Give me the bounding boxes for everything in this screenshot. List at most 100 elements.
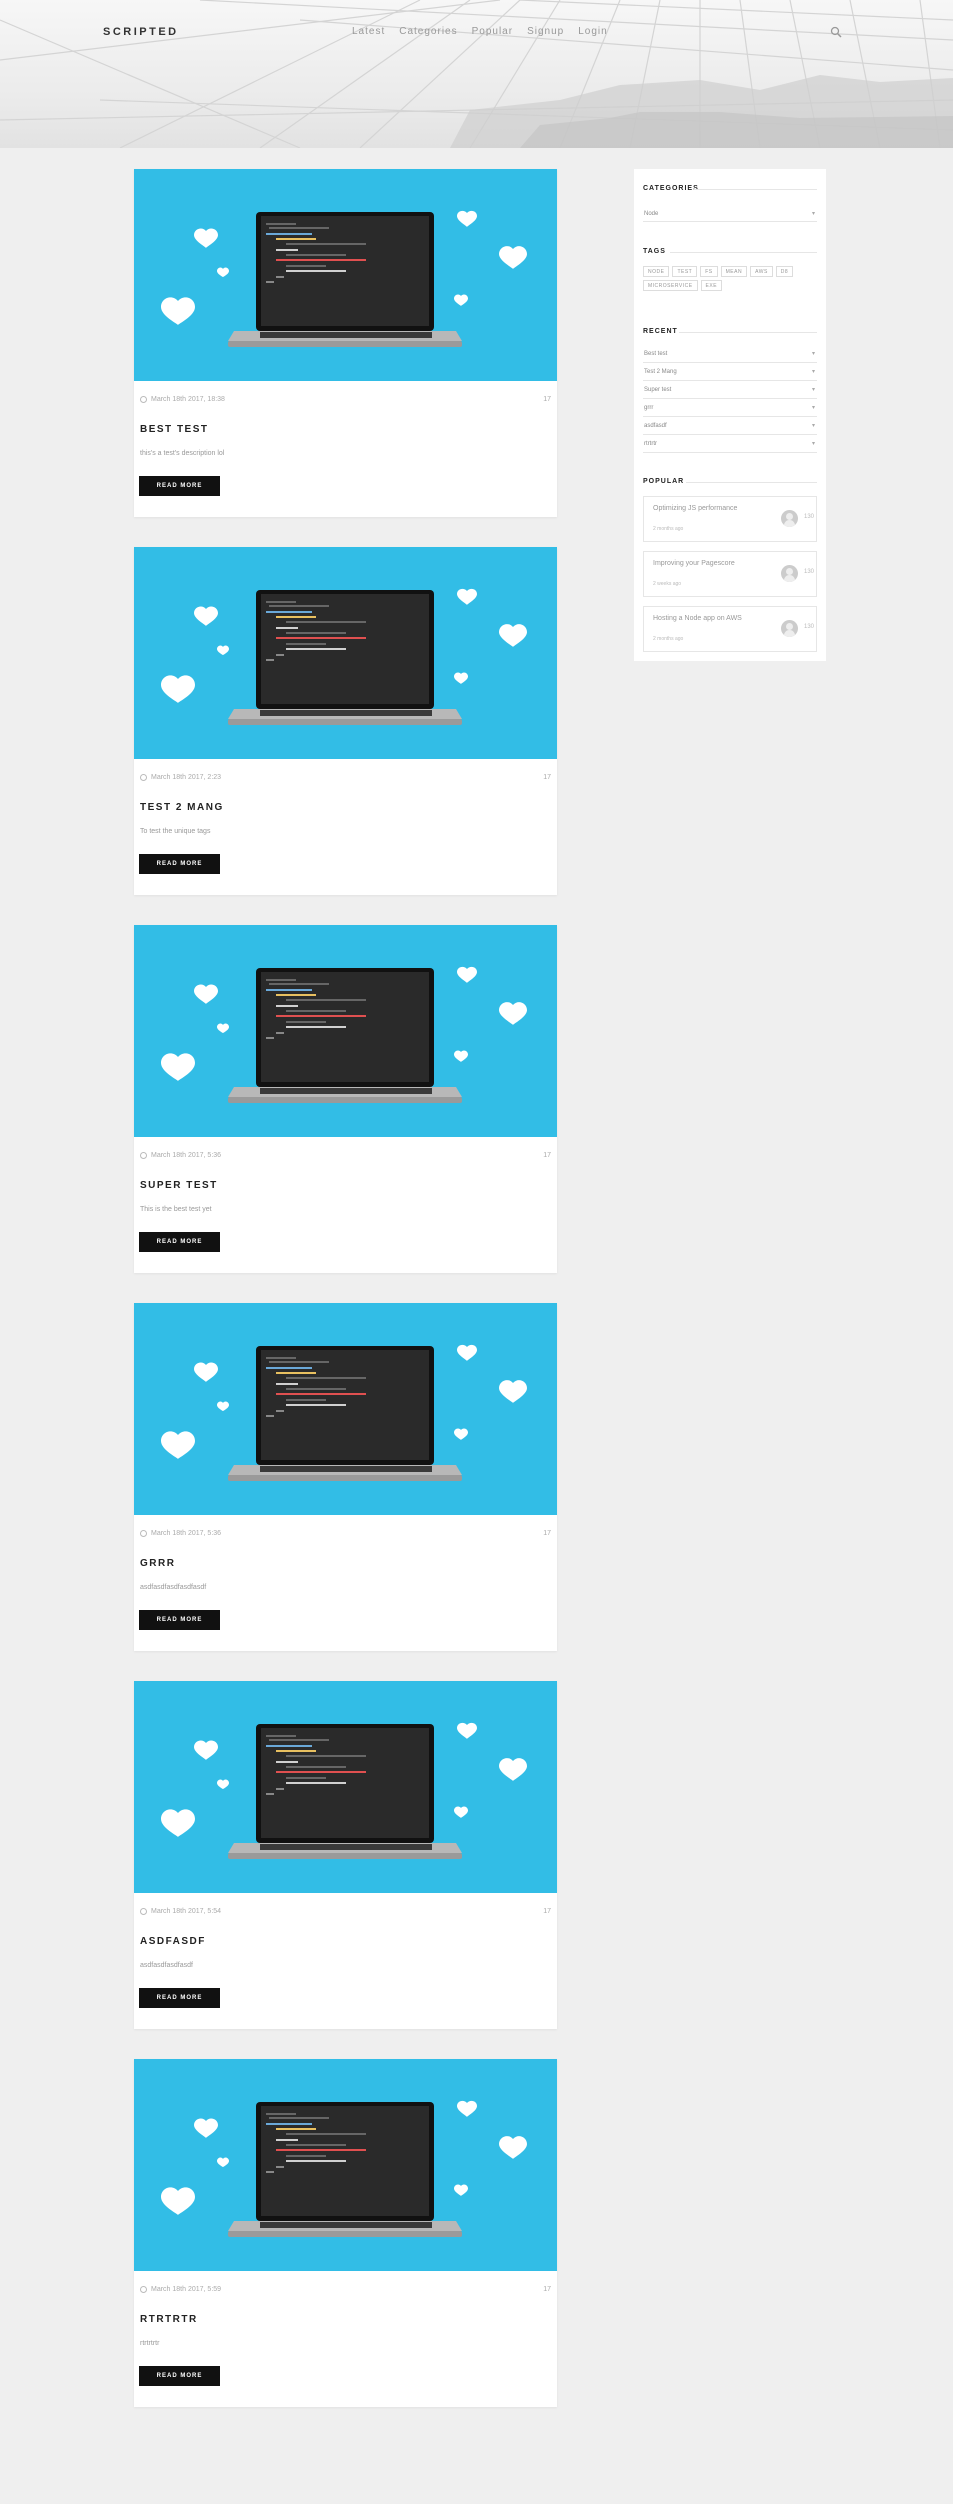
- heart-icon: [194, 1362, 218, 1382]
- heart-icon: [457, 1722, 477, 1739]
- post-image[interactable]: [134, 1303, 557, 1515]
- tag-exe[interactable]: EXE: [700, 280, 723, 291]
- popular-post-title: Improving your Pagescore: [653, 560, 735, 567]
- heart-icon: [194, 606, 218, 626]
- heart-icon: [499, 246, 527, 269]
- heart-icon: [499, 2136, 527, 2159]
- recent-item-label: asdfasdf: [644, 423, 667, 429]
- laptop-illustration: [161, 2100, 527, 2237]
- post-meta: March 18th 2017, 5:36: [140, 1530, 221, 1537]
- heart-icon: [454, 672, 468, 684]
- main-nav: Latest Categories Popular Signup Login: [352, 26, 608, 37]
- post-title[interactable]: SUPER TEST: [140, 1180, 218, 1191]
- popular-post-count: 130: [804, 624, 815, 630]
- post-image[interactable]: [134, 1681, 557, 1893]
- recent-item[interactable]: Best test ▾: [643, 347, 817, 363]
- tag-d8[interactable]: D8: [775, 266, 794, 277]
- post-card: March 18th 2017, 5:36 17 GRRR asdfasdfas…: [134, 1303, 557, 1651]
- recent-item[interactable]: asdfasdf ▾: [643, 419, 817, 435]
- nav-popular[interactable]: Popular: [472, 26, 513, 37]
- heart-icon: [457, 966, 477, 983]
- post-title[interactable]: GRRR: [140, 1558, 175, 1569]
- tag-test[interactable]: TEST: [672, 266, 698, 277]
- tag-microservice[interactable]: MICROSERVICE: [643, 280, 698, 291]
- tag-mean[interactable]: MEAN: [720, 266, 748, 277]
- heart-icon: [499, 1758, 527, 1781]
- popular-post-count: 130: [804, 569, 815, 575]
- divider: [679, 332, 817, 333]
- post-image[interactable]: [134, 925, 557, 1137]
- categories-select[interactable]: Node ▾: [643, 209, 817, 222]
- popular-post-date: 2 weeks ago: [653, 581, 682, 587]
- heart-icon: [194, 2118, 218, 2138]
- tag-fs[interactable]: FS: [700, 266, 718, 277]
- popular-post-date: 2 months ago: [653, 526, 684, 532]
- search-icon[interactable]: [830, 26, 842, 38]
- post-comment-count: 17: [543, 1152, 551, 1159]
- post-image[interactable]: [134, 169, 557, 381]
- post-image[interactable]: [134, 2059, 557, 2271]
- clock-icon: [140, 2286, 147, 2293]
- recent-item-label: rtrtrtr: [644, 441, 657, 447]
- recent-item[interactable]: grrr ▾: [643, 401, 817, 417]
- heart-icon: [217, 1779, 229, 1789]
- post-description: This is the best test yet: [140, 1206, 212, 1213]
- post-comment-count: 17: [543, 396, 551, 403]
- popular-post-count: 130: [804, 514, 815, 520]
- post-title[interactable]: TEST 2 MANG: [140, 802, 224, 813]
- post-meta: March 18th 2017, 5:36: [140, 1152, 221, 1159]
- clock-icon: [140, 1152, 147, 1159]
- recent-item[interactable]: Test 2 Mang ▾: [643, 365, 817, 381]
- popular-post-title: Hosting a Node app on AWS: [653, 615, 742, 622]
- popular-post-item[interactable]: Improving your Pagescore 2 weeks ago 130: [643, 551, 817, 597]
- sidebar: CATEGORIES Node ▾ TAGS NODE TEST FS MEAN…: [634, 169, 826, 661]
- heart-icon: [194, 1740, 218, 1760]
- tag-aws[interactable]: AWS: [750, 266, 773, 277]
- recent-item-label: grrr: [644, 405, 654, 411]
- laptop-illustration: [161, 966, 527, 1103]
- recent-item[interactable]: Super test ▾: [643, 383, 817, 399]
- post-title[interactable]: BEST TEST: [140, 424, 209, 435]
- post-image[interactable]: [134, 547, 557, 759]
- nav-login[interactable]: Login: [578, 26, 607, 37]
- caret-down-icon: ▾: [811, 351, 815, 357]
- divider: [694, 189, 817, 190]
- laptop-illustration: [161, 210, 527, 347]
- post-date: March 18th 2017, 2:23: [151, 774, 222, 781]
- read-more-button[interactable]: READ MORE: [139, 854, 220, 874]
- post-card: March 18th 2017, 5:59 17 RTRTRTR rtrtrtr…: [134, 2059, 557, 2407]
- avatar-icon: [781, 620, 798, 637]
- heart-icon: [217, 267, 229, 277]
- read-more-button[interactable]: READ MORE: [139, 1610, 220, 1630]
- post-description: rtrtrtrtr: [140, 2340, 160, 2347]
- tags-title: TAGS: [643, 248, 666, 255]
- popular-post-item[interactable]: Hosting a Node app on AWS 2 months ago 1…: [643, 606, 817, 652]
- tag-list: NODE TEST FS MEAN AWS D8 MICROSERVICE EX…: [643, 266, 817, 291]
- heart-icon: [499, 1380, 527, 1403]
- clock-icon: [140, 774, 147, 781]
- read-more-button[interactable]: READ MORE: [139, 1988, 220, 2008]
- read-more-button[interactable]: READ MORE: [139, 1232, 220, 1252]
- post-description: this's a test's description lol: [140, 450, 225, 457]
- post-title[interactable]: ASDFASDF: [140, 1936, 206, 1947]
- nav-categories[interactable]: Categories: [399, 26, 457, 37]
- heart-icon: [217, 1023, 229, 1033]
- post-title[interactable]: RTRTRTR: [140, 2314, 198, 2325]
- laptop-illustration: [161, 1722, 527, 1859]
- recent-item-label: Best test: [644, 351, 668, 357]
- post-card: March 18th 2017, 18:38 17 BEST TEST this…: [134, 169, 557, 517]
- post-comment-count: 17: [543, 1530, 551, 1537]
- heart-icon: [194, 228, 218, 248]
- post-date: March 18th 2017, 5:36: [151, 1530, 222, 1537]
- nav-signup[interactable]: Signup: [527, 26, 564, 37]
- tag-node[interactable]: NODE: [643, 266, 670, 277]
- heart-icon: [454, 1428, 468, 1440]
- recent-item[interactable]: rtrtrtr ▾: [643, 437, 817, 453]
- site-logo[interactable]: SCRIPTED: [103, 26, 179, 38]
- caret-down-icon: ▾: [811, 423, 815, 429]
- nav-latest[interactable]: Latest: [352, 26, 385, 37]
- read-more-button[interactable]: READ MORE: [139, 2366, 220, 2386]
- read-more-button[interactable]: READ MORE: [139, 476, 220, 496]
- popular-post-item[interactable]: Optimizing JS performance 2 months ago 1…: [643, 496, 817, 542]
- laptop-illustration: [161, 588, 527, 725]
